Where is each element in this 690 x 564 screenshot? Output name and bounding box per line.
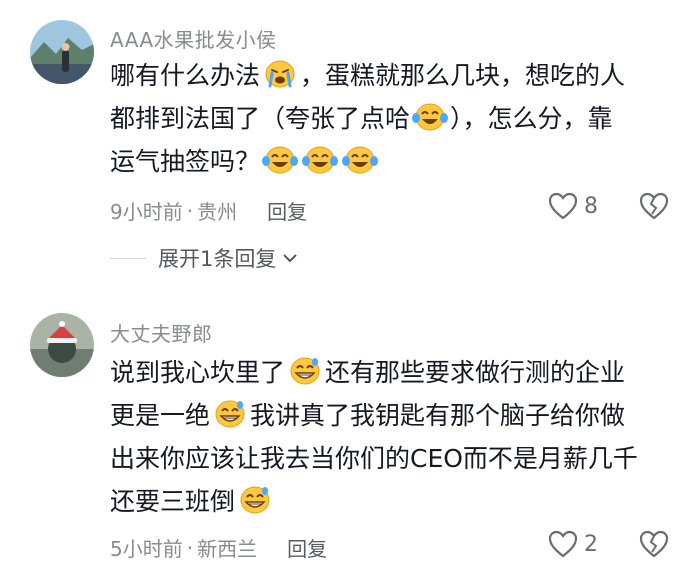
avatar[interactable]: [30, 313, 94, 377]
like-button[interactable]: 2: [548, 530, 598, 558]
comment-text-line: 运气抽签吗？: [110, 140, 670, 183]
comment-text-segment: 更是一绝: [110, 401, 211, 430]
comment-text-line: 还要三班倒: [110, 480, 670, 523]
comment-text-segment: 运气抽签吗？: [110, 147, 261, 176]
dislike-button[interactable]: [639, 530, 669, 562]
chevron-down-icon: [283, 254, 298, 263]
comment-text-segment: 说到我心坎里了: [110, 358, 286, 387]
laugh-cry-emoji-icon: [262, 146, 299, 174]
comment-text-line: 出来你应该让我去当你们的CEO而不是月薪几千: [110, 437, 670, 480]
comment-text-segment: ，蛋糕就那么几块，想吃的人: [300, 61, 626, 90]
grin-sweat-emoji-icon: [240, 486, 270, 514]
comment-text-segment: 哪有什么办法: [110, 61, 261, 90]
comment-text-segment: 出来你应该让我去当你们的CEO而不是月薪几千: [110, 444, 638, 473]
grin-sweat-emoji-icon: [290, 357, 320, 385]
comment-text-segment: 我讲真了我钥匙有那个脑子给你做: [250, 401, 626, 430]
like-button[interactable]: 8: [548, 192, 598, 220]
dislike-button[interactable]: [639, 192, 669, 224]
sob-emoji-icon: [265, 60, 295, 88]
comment-text-line: 更是一绝 我讲真了我钥匙有那个脑子给你做: [110, 394, 670, 437]
heart-outline-icon: [548, 192, 578, 220]
comment-meta: 5小时前 · 新西兰 回复: [110, 533, 327, 562]
like-count: 8: [584, 193, 598, 219]
comment-text-line: 哪有什么办法 ，蛋糕就那么几块，想吃的人: [110, 54, 670, 97]
expand-replies-label: 展开1条回复: [158, 247, 277, 271]
comment-text-segment: 都排到法国了（夸张了点哈: [110, 104, 411, 133]
comment-location: 贵州: [197, 200, 238, 224]
comment-text-segment: 还要三班倒: [110, 487, 236, 516]
comment-meta: 9小时前 · 贵州 回复: [110, 196, 307, 225]
comment-text-line: 都排到法国了（夸张了点哈 ），怎么分，靠: [110, 97, 670, 140]
laugh-cry-emoji-icon: [412, 103, 449, 131]
comment-text-segment: ），怎么分，靠: [450, 104, 613, 133]
laugh-cry-emoji-icon: [302, 146, 339, 174]
comment-time: 9小时前: [110, 200, 183, 224]
expand-replies-button[interactable]: 展开1条回复: [110, 243, 298, 273]
comment-author[interactable]: AAA水果批发小侯: [110, 24, 277, 53]
comment-time: 5小时前: [110, 537, 183, 561]
reply-button[interactable]: 回复: [267, 196, 307, 225]
heart-outline-icon: [548, 530, 578, 558]
comment-location: 新西兰: [197, 537, 258, 561]
broken-heart-icon: [639, 192, 669, 220]
comment-text-line: 说到我心坎里了 还有那些要求做行测的企业: [110, 351, 670, 394]
comment-text: 说到我心坎里了 还有那些要求做行测的企业更是一绝 我讲真了我钥匙有那个脑子给你做出来…: [110, 351, 670, 523]
avatar[interactable]: [30, 20, 94, 84]
grin-sweat-emoji-icon: [215, 400, 245, 428]
reply-button[interactable]: 回复: [287, 533, 327, 562]
comment-author[interactable]: 大丈夫野郎: [110, 318, 213, 347]
comment-text: 哪有什么办法 ，蛋糕就那么几块，想吃的人都排到法国了（夸张了点哈 ），怎么分，靠运气…: [110, 54, 670, 183]
comment-text-segment: 还有那些要求做行测的企业: [325, 358, 626, 387]
broken-heart-icon: [639, 530, 669, 558]
like-count: 2: [584, 531, 598, 557]
laugh-cry-emoji-icon: [342, 146, 379, 174]
